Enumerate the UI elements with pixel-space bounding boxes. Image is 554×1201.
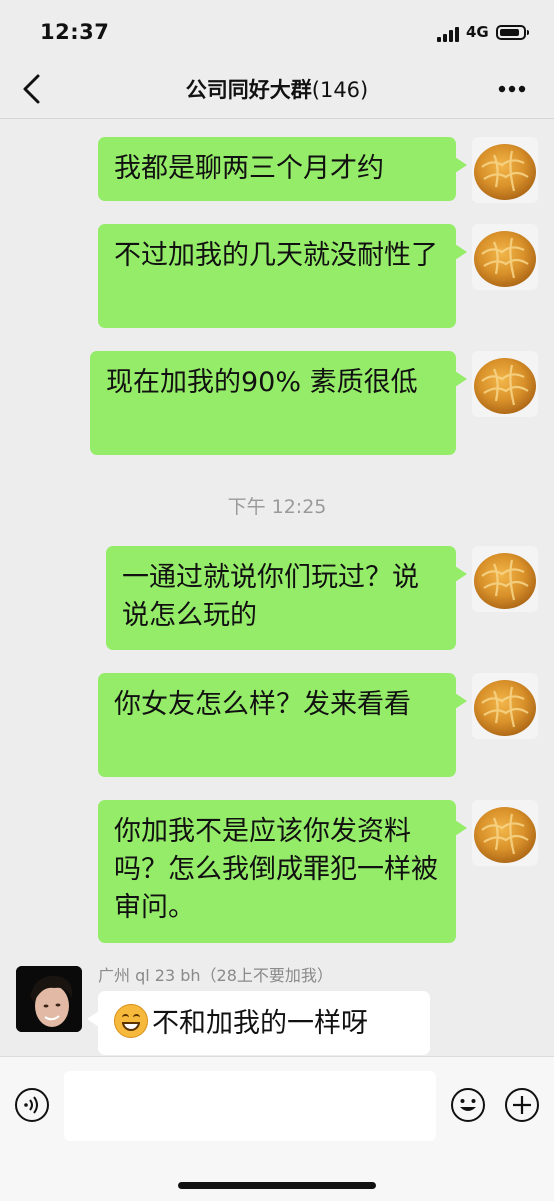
more-dots-icon[interactable] [492, 74, 532, 104]
home-indicator[interactable] [178, 1182, 376, 1189]
message-bubble[interactable]: 你加我不是应该你发资料吗？怎么我倒成罪犯一样被审问。 [98, 800, 467, 943]
self-avatar[interactable] [472, 800, 538, 866]
chat-header: 公司同好大群(146) [0, 62, 554, 119]
chat-title: 公司同好大群(146) [0, 74, 554, 104]
message-bubble[interactable]: 不过加我的几天就没耐性了 [98, 224, 467, 328]
battery-icon [496, 25, 529, 40]
timestamp: 下午 12:25 [227, 496, 327, 518]
grinning-face-emoji [114, 1004, 148, 1038]
user-avatar[interactable] [16, 966, 82, 1032]
self-avatar[interactable] [472, 546, 538, 612]
self-avatar[interactable] [472, 673, 538, 739]
emoji-icon[interactable] [450, 1087, 486, 1123]
message-text: 不和加我的一样呀 [152, 1008, 368, 1039]
message-bubble[interactable]: 一通过就说你们玩过？说说怎么玩的 [106, 546, 467, 650]
status-time: 12:37 [40, 20, 110, 44]
message-bubble[interactable]: 我都是聊两三个月才约 [98, 137, 467, 201]
message-bubble[interactable]: 不和加我的一样呀 [87, 991, 430, 1055]
message-bubble[interactable]: 现在加我的90% 素质很低 [90, 351, 467, 455]
sender-name: 广州 ql 23 bh（28上不要加我） [98, 966, 333, 985]
voice-icon[interactable] [14, 1087, 50, 1123]
self-avatar[interactable] [472, 224, 538, 290]
network-label: 4G [466, 23, 489, 41]
plus-icon[interactable] [504, 1087, 540, 1123]
message-bubble[interactable]: 你女友怎么样？发来看看 [98, 673, 467, 777]
message-input[interactable] [64, 1071, 436, 1141]
input-bar [0, 1056, 554, 1201]
self-avatar[interactable] [472, 351, 538, 417]
self-avatar[interactable] [472, 137, 538, 203]
member-count: (146) [311, 78, 369, 102]
group-name: 公司同好大群 [185, 78, 312, 102]
status-bar: 12:37 4G [0, 0, 554, 62]
signal-icon [437, 26, 461, 42]
